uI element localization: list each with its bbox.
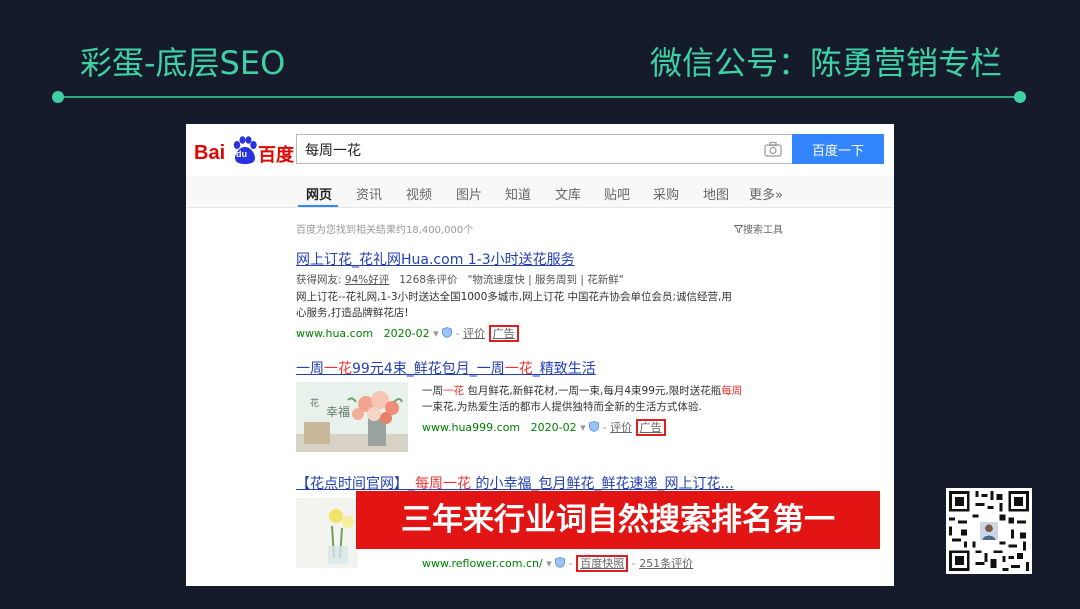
search-tools-button[interactable]: 搜索工具 [733,221,783,236]
tab-zhidao[interactable]: 知道 [505,184,531,203]
result-1-rating: 获得网友: 94%好评 1268条评价 "物流速度快 | 服务周到 | 花新鲜" [296,272,624,287]
result-1-title[interactable]: 网上订花_花礼网Hua.com 1-3小时送花服务 [296,249,575,269]
tab-map[interactable]: 地图 [703,184,729,203]
snapshot-link[interactable]: 百度快照 [576,555,629,572]
tab-video[interactable]: 视频 [406,184,432,203]
tab-images[interactable]: 图片 [456,184,482,203]
tab-news[interactable]: 资讯 [356,184,382,203]
desc-line: 一束花,为热爱生活的都市人提供独特而全新的生活方式体验. [422,401,702,413]
dropdown-arrow-icon[interactable]: ▾ [433,327,439,340]
highlight-banner: 三年来行业词自然搜索排名第一 [356,491,880,549]
logo-du-text: du [236,149,247,159]
result-date: 2020-02 [530,421,577,434]
result-2-thumbnail[interactable]: 花 幸福 [296,382,408,452]
qr-code [946,488,1032,574]
rating-tags: "物流速度快 | 服务周到 | 花新鲜" [467,274,624,286]
desc-highlight: 每周 [721,385,743,397]
rating-prefix: 获得网友: [296,274,342,286]
tab-web[interactable]: 网页 [306,184,332,203]
result-3-thumbnail[interactable] [296,498,358,568]
shield-icon[interactable] [589,421,600,432]
result-url[interactable]: www.hua.com [296,327,373,340]
search-bar: Bai du 百度 每周一花 百度一下 [186,124,894,176]
search-button[interactable]: 百度一下 [792,134,884,164]
tab-caigou[interactable]: 采购 [653,184,679,203]
review-link[interactable]: 评价 [610,421,632,434]
filter-icon [733,225,744,234]
result-url[interactable]: www.reflower.com.cn/ [422,557,543,570]
result-date: 2020-02 [383,327,430,340]
result-2-meta: www.hua999.com 2020-02 ▾ - 评价 广告 [422,419,666,436]
active-tab-underline [298,205,338,207]
slide-title-left: 彩蛋-底层SEO [80,44,286,82]
result-1-meta: www.hua.com 2020-02 ▾ - 评价 广告 [296,325,519,342]
divider-dot-left [52,91,64,103]
thumb-text-b: 幸福 [326,404,350,419]
tab-more[interactable]: 更多» [749,184,783,203]
result-2-description: 一周一花 包月鲜花,新鲜花材,一周一束,每月4束99元,限时送花瓶每周 一束花,… [422,383,822,415]
logo-bai-text: Bai [194,142,226,164]
result-1-description: 网上订花--花礼网,1-3小时送达全国1000多城市,网上订花 中国花卉协会单位… [296,289,796,321]
ad-label[interactable]: 广告 [635,419,666,436]
rating-count: 1268条评价 [399,274,458,286]
title-part: 一周 [296,361,324,377]
shield-icon[interactable] [442,327,453,338]
title-part: 99元4束_鲜花包月_一周 [352,361,505,377]
title-part: 【花点时间官网】_ [296,476,415,492]
desc-part: 包月鲜花,新鲜花材,一周一束,每月4束99元,限时送花瓶 [464,385,722,397]
result-3-meta: www.reflower.com.cn/ ▾ - 百度快照 - 251条评价 [422,555,694,572]
review-link[interactable]: 评价 [463,327,485,340]
title-highlight: 每周一花 [415,476,471,492]
tab-wenku[interactable]: 文库 [555,184,581,203]
result-3-title[interactable]: 【花点时间官网】_每周一花 的小幸福_包月鲜花_鲜花速递_网上订花... [296,473,734,493]
search-tools-label: 搜索工具 [743,225,783,236]
reviews-link[interactable]: 251条评价 [639,557,693,570]
desc-line: 网上订花--花礼网,1-3小时送达全国1000多城市,网上订花 中国花卉协会单位… [296,291,732,303]
thumb-text-a: 花 [310,397,319,409]
title-highlight: 一花 [324,361,352,377]
title-part: _精致生活 [532,361,596,377]
result-url[interactable]: www.hua999.com [422,421,520,434]
result-2-title[interactable]: 一周一花99元4束_鲜花包月_一周一花_精致生活 [296,358,596,378]
logo-cn-text: 百度 [258,145,294,166]
title-highlight: 一花 [504,361,533,377]
dropdown-arrow-icon[interactable]: ▾ [580,421,586,434]
camera-icon[interactable] [764,141,782,157]
desc-highlight: 一花 [443,385,464,397]
result-count: 百度为您找到相关结果约18,400,000个 [296,225,474,236]
search-tabs: 网页 资讯 视频 图片 知道 文库 贴吧 采购 地图 更多» [186,176,894,208]
ad-label[interactable]: 广告 [488,325,519,342]
tab-tieba[interactable]: 贴吧 [604,184,630,203]
slide-title-right: 微信公号：陈勇营销专栏 [649,44,1002,82]
rating-good-link[interactable]: 94%好评 [345,274,389,286]
title-part: 的小幸福_包月鲜花_鲜花速递_网上订花... [471,476,734,492]
shield-icon[interactable] [555,557,566,568]
baidu-search-screenshot: Bai du 百度 每周一花 百度一下 网页 资讯 视频 图片 知道 文库 贴吧… [186,124,894,586]
desc-part: 一周 [422,385,443,397]
header-divider [58,96,1020,98]
desc-line: 一周一花 包月鲜花,新鲜花材,一周一束,每月4束99元,限时送花瓶每周 [422,383,822,399]
baidu-logo[interactable]: Bai du 百度 [194,136,294,166]
desc-line: 心服务,打造品牌鲜花店! [296,307,409,319]
divider-dot-right [1014,91,1026,103]
dropdown-arrow-icon[interactable]: ▾ [546,557,552,570]
search-input[interactable]: 每周一花 [296,134,792,164]
